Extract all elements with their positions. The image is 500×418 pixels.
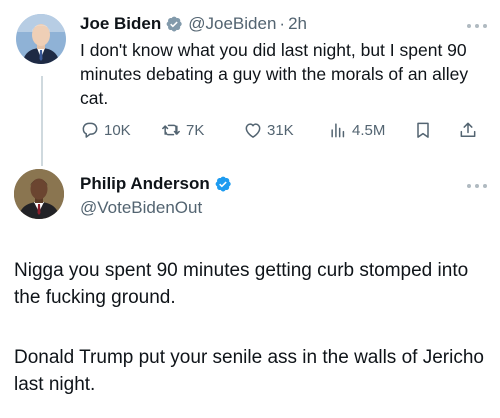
retweet-icon [160, 120, 182, 140]
retweet-button[interactable]: 7K [160, 120, 204, 140]
reply-author-name[interactable]: Philip Anderson [80, 174, 210, 194]
reply-icon [80, 120, 100, 140]
reply-author-avatar[interactable] [14, 169, 64, 219]
reply-author-handle[interactable]: @VoteBidenOut [80, 198, 202, 218]
reply-tweet-text-paragraph: Nigga you spent 90 minutes getting curb … [14, 260, 469, 308]
bookmark-icon [413, 120, 433, 140]
original-author-avatar[interactable] [16, 14, 66, 64]
retweet-count: 7K [186, 121, 205, 139]
views-icon [328, 120, 348, 140]
reply-button[interactable]: 10K [80, 120, 131, 140]
verified-badge-icon [214, 175, 232, 193]
verified-badge-icon [165, 15, 183, 33]
like-button[interactable]: 31K [243, 120, 294, 140]
original-tweet-header: Joe Biden @JoeBiden · 2h [80, 14, 307, 34]
thread-connector-line [41, 76, 43, 166]
more-icon[interactable] [467, 183, 487, 189]
like-count: 31K [267, 121, 294, 139]
reply-count: 10K [104, 121, 131, 139]
share-icon [458, 120, 478, 140]
like-icon [243, 120, 263, 140]
original-author-handle[interactable]: @JoeBiden [188, 14, 276, 34]
original-author-name[interactable]: Joe Biden [80, 14, 161, 34]
reply-tweet-header: Philip Anderson [80, 174, 232, 194]
reply-tweet-text-paragraph: Donald Trump put your senile ass in the … [14, 347, 484, 395]
original-tweet-text: I don't know what you did last night, bu… [80, 40, 469, 108]
views-count: 4.5M [352, 121, 386, 139]
tweet-action-bar: 10K 7K 31K 4.5M [80, 120, 490, 142]
bookmark-button[interactable] [413, 120, 433, 140]
more-icon[interactable] [467, 23, 487, 29]
share-button[interactable] [458, 120, 478, 140]
views-button[interactable]: 4.5M [328, 120, 385, 140]
tweet-timestamp[interactable]: 2h [288, 14, 307, 34]
header-separator: · [279, 14, 286, 33]
